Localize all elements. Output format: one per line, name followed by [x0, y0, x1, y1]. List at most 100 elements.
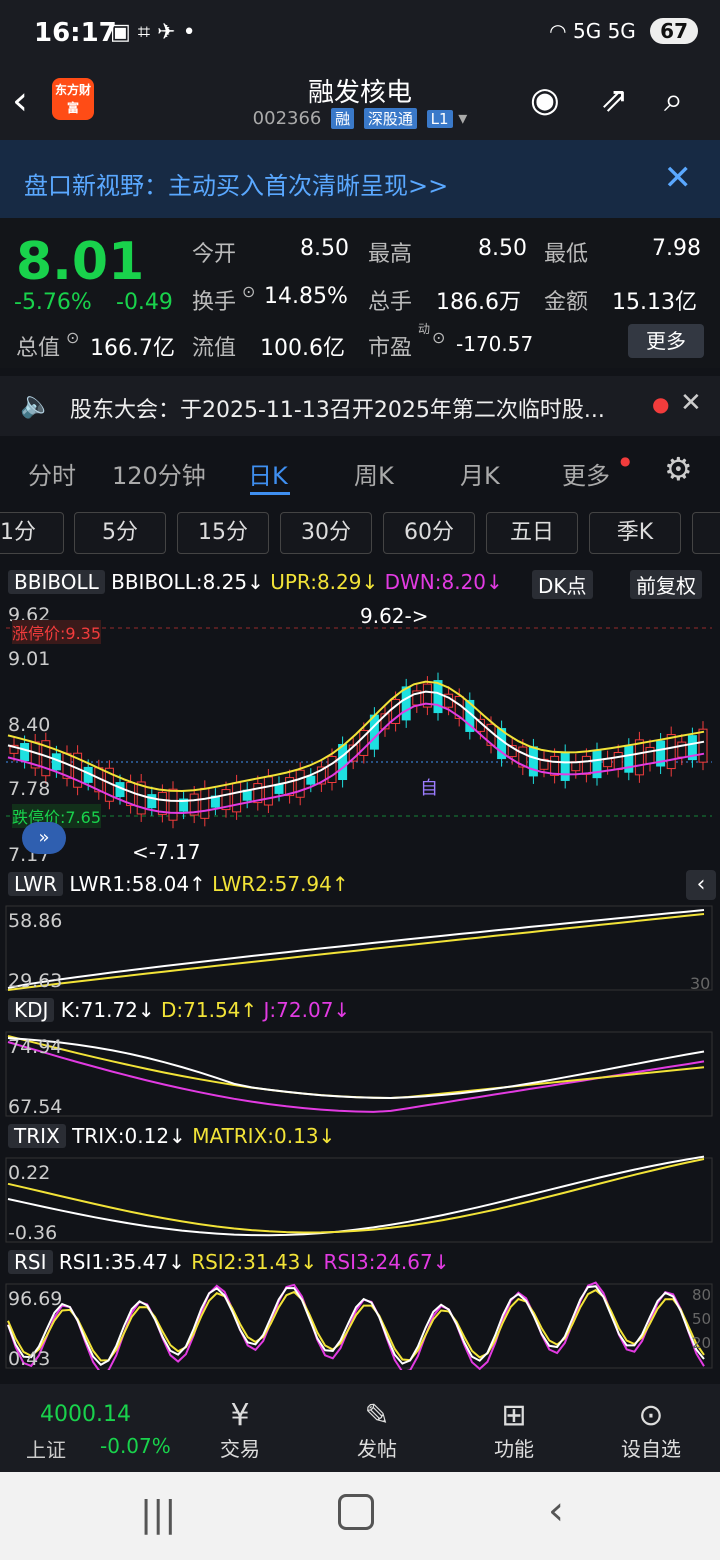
back-icon[interactable]: ‹ [548, 1488, 564, 1534]
rsi3-line [7, 1281, 705, 1370]
trix-value: TRIX:0.12↓ [72, 1124, 186, 1148]
tab-more[interactable]: 更多 [562, 456, 610, 491]
candle [306, 775, 316, 785]
nav-watchlist-label: 设自选 [621, 1437, 681, 1461]
lwr-chart[interactable] [0, 902, 720, 992]
info-icon[interactable]: ⊙ [242, 282, 255, 301]
d-value: D:71.54↑ [161, 998, 258, 1022]
index-value[interactable]: 4000.14 [40, 1402, 131, 1427]
candle [369, 714, 379, 750]
rsi-selector[interactable]: RSI [8, 1250, 53, 1274]
grid-icon: ⊞ [501, 1398, 527, 1433]
period-30min[interactable]: 30分 [280, 512, 372, 554]
trix-selector[interactable]: TRIX [8, 1124, 66, 1148]
rsi-indicator-bar: RSI RSI1:35.47↓ RSI2:31.43↓ RSI3:24.67↓ [8, 1250, 449, 1278]
turnover-value: 14.85% [264, 284, 348, 309]
j-value: J:72.07↓ [263, 998, 351, 1022]
announcement-bar[interactable]: 🔈 股东大会：于2025-11-13召开2025年第二次临时股... ● ✕ [0, 376, 720, 436]
promo-banner[interactable]: 盘口新视野：主动买入首次清晰呈现>> ✕ [0, 140, 720, 218]
pe-label: 市盈 [368, 336, 413, 361]
period-15min[interactable]: 15分 [177, 512, 269, 554]
chart-tabs: 分时 120分钟 日K 周K 月K 更多 ● ⚙ [0, 444, 720, 500]
rsi1-line [7, 1285, 705, 1366]
low-value: 7.98 [652, 236, 701, 261]
high-marker: 9.62-> [360, 604, 429, 628]
tag-margin: 融 [331, 108, 355, 129]
nav-post[interactable]: ✎ 发帖 [327, 1398, 427, 1462]
recent-apps-icon[interactable]: ||| [140, 1494, 176, 1535]
tab-120min[interactable]: 120分钟 [112, 456, 206, 491]
red-dot-icon: ● [652, 392, 670, 416]
adjust-button[interactable]: 前复权 [630, 570, 702, 599]
tab-daily[interactable]: 日K [248, 456, 288, 491]
status-notification-icons: ▣ ⌗ ✈ • [110, 20, 196, 45]
more-button[interactable]: 更多 [628, 324, 704, 358]
y-label-2: 9.01 [8, 648, 51, 670]
candle [698, 728, 708, 763]
period-5day[interactable]: 五日 [486, 512, 578, 554]
boll-selector[interactable]: BBIBOLL [8, 570, 105, 594]
high-label: 最高 [368, 242, 413, 267]
home-icon[interactable] [338, 1494, 374, 1530]
rsi2-value: RSI2:31.43↓ [191, 1250, 318, 1274]
low-marker: <-7.17 [132, 840, 201, 864]
robot-assistant-icon[interactable]: ◉ [530, 80, 560, 120]
status-time: 16:17 [34, 18, 117, 48]
stock-header: ‹ 东方财富 融发核电 002366 融 深股通 L1 ▾ ◉ ⇗ ⌕ [0, 68, 720, 140]
lwr2-line [7, 913, 705, 991]
rsi-level-20: 20 [692, 1334, 712, 1352]
info-icon[interactable]: ⊙ [66, 328, 79, 347]
dk-point-button[interactable]: DK点 [532, 570, 593, 599]
candle [401, 686, 411, 721]
turnover-label: 换手 [192, 290, 237, 315]
close-icon[interactable]: ✕ [664, 158, 693, 198]
share-icon[interactable]: ⇗ [600, 80, 629, 120]
trix-chart[interactable] [0, 1154, 720, 1244]
tag-connect: 深股通 [363, 108, 417, 129]
expand-arrows-icon[interactable]: » [22, 822, 66, 854]
rsi-y-max: 96.69 [8, 1288, 63, 1310]
candle [20, 743, 30, 762]
quote-panel: 8.01 -5.76% -0.49 今开 8.50 最高 8.50 最低 7.9… [0, 218, 720, 368]
index-name[interactable]: 上证 [26, 1434, 66, 1463]
nav-functions[interactable]: ⊞ 功能 [464, 1398, 564, 1462]
gear-icon[interactable]: ⚙ [664, 450, 693, 488]
period-overflow[interactable] [692, 512, 720, 554]
tab-intraday[interactable]: 分时 [28, 456, 76, 491]
period-1min[interactable]: 1分 [0, 512, 64, 554]
pe-dynamic-mark: 动 [418, 322, 431, 336]
candle [200, 787, 210, 819]
close-icon[interactable]: ✕ [680, 388, 702, 418]
kdj-frame [5, 1031, 713, 1117]
kdj-y-min: 67.54 [8, 1096, 63, 1118]
kdj-indicator-bar: KDJ K:71.72↓ D:71.54↑ J:72.07↓ [8, 998, 350, 1026]
tab-weekly[interactable]: 周K [354, 456, 394, 491]
period-5min[interactable]: 5分 [74, 512, 166, 554]
rsi-chart[interactable] [0, 1280, 720, 1370]
lwr-selector[interactable]: LWR [8, 872, 63, 896]
wifi-icon: ◠ [549, 19, 567, 43]
nav-watchlist[interactable]: ⊙ 设自选 [601, 1398, 701, 1462]
change-amount: -0.49 [116, 290, 173, 315]
k-line [7, 1037, 705, 1100]
info-icon[interactable]: ⊙ [432, 328, 445, 347]
tab-monthly[interactable]: 月K [460, 456, 500, 491]
volume-label: 总手 [368, 290, 413, 315]
volume-value: 186.6万 [436, 290, 521, 315]
announcement-text[interactable]: 股东大会：于2025-11-13召开2025年第二次临时股... [70, 392, 605, 424]
banner-text[interactable]: 盘口新视野：主动买入首次清晰呈现>> [24, 166, 448, 201]
collapse-panel-icon[interactable]: ‹ [686, 870, 716, 900]
lwr1-value: LWR1:58.04↑ [69, 872, 206, 896]
period-quarter[interactable]: 季K [589, 512, 681, 554]
search-icon[interactable]: ⌕ [664, 80, 683, 120]
nav-trade[interactable]: ¥ 交易 [190, 1398, 290, 1462]
kdj-chart[interactable] [0, 1028, 720, 1118]
period-60min[interactable]: 60分 [383, 512, 475, 554]
candle [645, 746, 655, 764]
y-label-3: 8.40 [8, 714, 51, 736]
kline-chart[interactable] [0, 598, 720, 866]
limit-up-label: 涨停价:9.35 [12, 620, 102, 644]
kdj-selector[interactable]: KDJ [8, 998, 55, 1022]
candle [592, 750, 602, 779]
candle [528, 746, 538, 777]
